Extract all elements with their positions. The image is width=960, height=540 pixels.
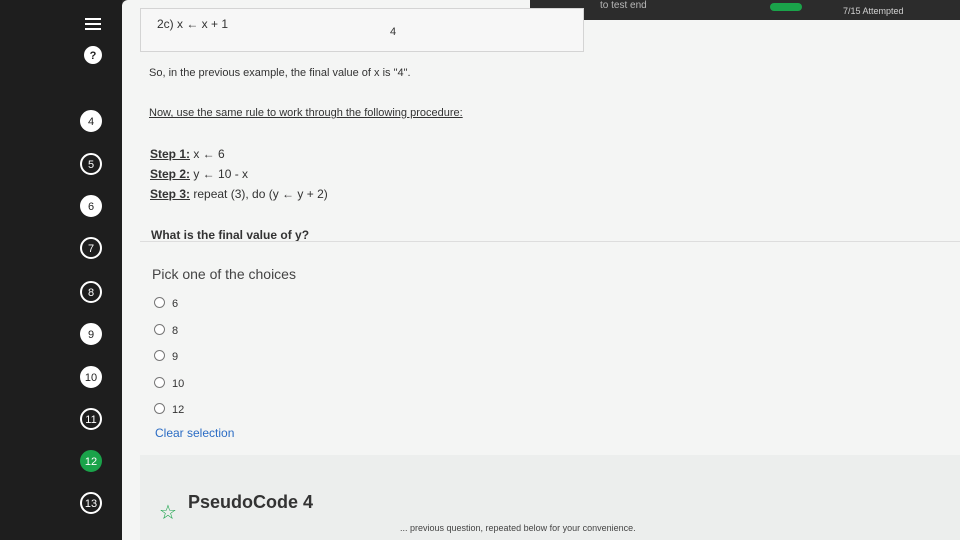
rule-instruction: Now, use the same rule to work through t…	[149, 107, 463, 119]
clear-selection-link[interactable]: Clear selection	[155, 426, 234, 440]
question-nav-7[interactable]: 7	[80, 237, 102, 259]
choice-option[interactable]: 9	[154, 350, 178, 363]
step-2-label: Step 2:	[150, 167, 191, 181]
menu-icon[interactable]	[85, 18, 101, 32]
choice-label: 6	[172, 298, 179, 310]
choices-heading: Pick one of the choices	[152, 266, 296, 282]
question-nav-9[interactable]: 9	[80, 323, 102, 345]
radio-icon[interactable]	[154, 377, 165, 388]
choice-label: 12	[172, 404, 185, 416]
previous-example-step: 2c) x ← x + 1	[157, 17, 229, 31]
step-2: Step 2: y ← 10 - x	[150, 167, 248, 181]
step-3: Step 3: repeat (3), do (y ← y + 2)	[150, 187, 328, 201]
radio-icon[interactable]	[154, 403, 165, 414]
choice-option[interactable]: 8	[154, 324, 178, 337]
step-3-text: repeat (3), do (y ← y + 2)	[190, 187, 328, 201]
choice-option[interactable]: 6	[154, 297, 178, 310]
question-nav-5[interactable]: 5	[80, 153, 102, 175]
step-2-text: y ← 10 - x	[190, 167, 249, 181]
choice-option[interactable]: 12	[154, 403, 184, 416]
radio-icon[interactable]	[154, 324, 165, 335]
question-nav-8[interactable]: 8	[80, 281, 102, 303]
question-nav-13[interactable]: 13	[80, 492, 102, 514]
help-icon[interactable]: ?	[84, 46, 102, 64]
previous-example-table: 2c) x ← x + 1 4	[140, 8, 584, 52]
choice-label: 8	[172, 325, 179, 337]
section-title: PseudoCode 4	[188, 492, 314, 512]
radio-icon[interactable]	[154, 350, 165, 361]
step-3-label: Step 3:	[150, 187, 191, 201]
question-prompt: What is the final value of y?	[151, 228, 310, 242]
progress-indicator	[770, 3, 802, 11]
question-nav-4[interactable]: 4	[80, 110, 102, 132]
intro-text: So, in the previous example, the final v…	[149, 67, 411, 79]
radio-icon[interactable]	[154, 297, 165, 308]
question-nav-10[interactable]: 10	[80, 366, 102, 388]
section-note: ... previous question, repeated below fo…	[400, 523, 636, 533]
choice-option[interactable]: 10	[154, 377, 184, 390]
attempted-count: 7/15 Attempted	[843, 6, 904, 16]
previous-example-value: 4	[390, 26, 397, 38]
question-nav-11[interactable]: 11	[80, 408, 102, 430]
choice-label: 9	[172, 351, 179, 363]
question-nav-6[interactable]: 6	[80, 195, 102, 217]
divider	[140, 241, 960, 242]
step-1: Step 1: x ← 6	[150, 147, 225, 161]
step-1-label: Step 1:	[150, 147, 191, 161]
question-navigator: ? 4 5 6 7 8 9 10 11 12 13	[0, 0, 122, 540]
test-end-label[interactable]: to test end	[600, 0, 647, 11]
question-nav-12[interactable]: 12	[80, 450, 102, 472]
star-outline-icon[interactable]: ☆	[159, 503, 177, 523]
choice-label: 10	[172, 378, 185, 390]
step-1-text: x ← 6	[190, 147, 225, 161]
